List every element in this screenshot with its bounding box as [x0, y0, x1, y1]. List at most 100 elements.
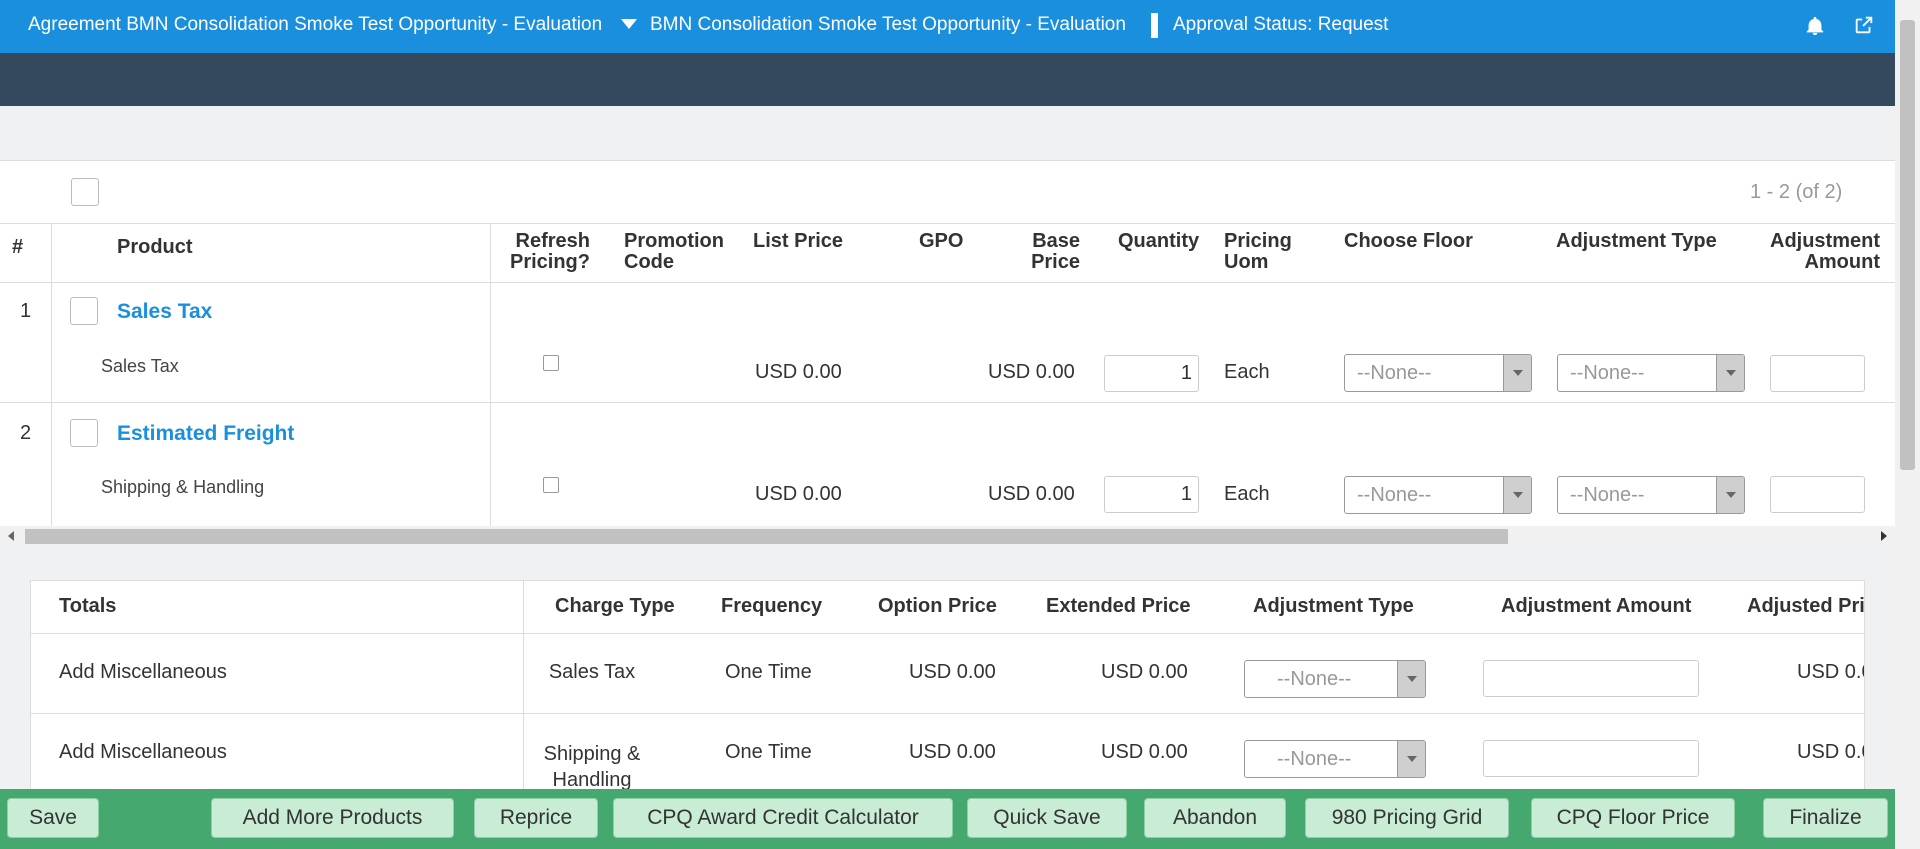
extended-price: USD 0.00	[1101, 661, 1188, 683]
adjustment-amount-input[interactable]	[1483, 660, 1699, 697]
nav-bar	[0, 53, 1895, 106]
col-header-adjustment-amount: Adjustment Amount	[1501, 595, 1692, 617]
adjustment-amount-input[interactable]	[1483, 740, 1699, 777]
divider	[490, 223, 491, 526]
row-number: 1	[20, 300, 32, 322]
frequency: One Time	[725, 741, 812, 763]
row-checkbox[interactable]	[70, 297, 98, 325]
col-header-adjustment-type: Adjustment Type	[1556, 230, 1717, 252]
col-header-extended-price: Extended Price	[1046, 595, 1191, 617]
base-price: USD 0.00	[988, 361, 1075, 383]
extended-price: USD 0.00	[1101, 741, 1188, 763]
horizontal-scrollbar[interactable]	[0, 526, 1895, 546]
totals-label: Add Miscellaneous	[59, 741, 227, 763]
adjusted-price: USD 0.0	[1797, 661, 1864, 683]
divider	[523, 581, 524, 789]
adjusted-price: USD 0.0	[1797, 741, 1864, 763]
cpq-award-credit-calculator-button[interactable]: CPQ Award Credit Calculator	[613, 798, 953, 838]
col-header-adjusted-price: Adjusted Pri	[1747, 595, 1865, 617]
opportunity-title[interactable]: BMN Consolidation Smoke Test Opportunity…	[650, 14, 1126, 36]
list-price: USD 0.00	[755, 483, 842, 505]
row-number: 2	[20, 422, 32, 444]
vertical-scrollbar[interactable]	[1895, 0, 1920, 849]
charge-type: Sales Tax	[548, 661, 636, 683]
col-header-quantity[interactable]: Quantity	[1118, 231, 1199, 252]
scroll-left-icon[interactable]	[8, 531, 14, 541]
product-name-link[interactable]: Sales Tax	[117, 300, 212, 324]
col-header-promotion-code: Promotion Code	[624, 230, 724, 273]
top-header: Agreement BMN Consolidation Smoke Test O…	[0, 0, 1920, 53]
col-header-totals: Totals	[59, 595, 117, 617]
refresh-pricing-checkbox[interactable]	[543, 355, 559, 371]
quantity-input[interactable]: 1	[1104, 476, 1199, 513]
header-separator	[1151, 13, 1158, 38]
chevron-down-icon[interactable]	[1503, 477, 1531, 513]
adjustment-type-select[interactable]: --None--	[1557, 354, 1745, 392]
980-pricing-grid-button[interactable]: 980 Pricing Grid	[1305, 798, 1509, 838]
divider	[51, 223, 52, 526]
col-header-refresh-pricing: Refresh Pricing?	[509, 230, 590, 273]
scroll-right-icon[interactable]	[1881, 531, 1887, 541]
select-all-checkbox[interactable]	[71, 178, 99, 206]
chevron-down-icon[interactable]	[1716, 477, 1744, 513]
cpq-floor-price-button[interactable]: CPQ Floor Price	[1531, 798, 1735, 838]
pagination-info: 1 - 2 (of 2)	[1750, 181, 1843, 203]
quick-save-button[interactable]: Quick Save	[967, 798, 1127, 838]
charge-type: Shipping & Handling	[543, 743, 641, 790]
col-header-product[interactable]: Product	[117, 237, 193, 258]
adjustment-type-value: --None--	[1570, 362, 1645, 384]
chevron-down-icon[interactable]	[1716, 355, 1744, 391]
finalize-button[interactable]: Finalize	[1763, 798, 1888, 838]
adjustment-type-select[interactable]: --None--	[1557, 476, 1745, 514]
col-header-option-price: Option Price	[878, 595, 997, 617]
footer-action-bar: Save Add More Products Reprice CPQ Award…	[0, 789, 1895, 849]
products-panel: 1 - 2 (of 2) # Product Refresh Pricing? …	[0, 160, 1895, 526]
chevron-down-icon[interactable]	[1397, 741, 1425, 777]
product-subtitle: Shipping & Handling	[101, 477, 265, 497]
bell-icon[interactable]	[1804, 15, 1826, 37]
col-header-base-price[interactable]: Base Price	[1015, 231, 1080, 273]
divider	[0, 402, 1895, 403]
scrollbar-thumb[interactable]	[1900, 20, 1915, 470]
divider	[0, 223, 1895, 224]
adjustment-type-select[interactable]: --None--	[1244, 660, 1426, 698]
external-link-icon[interactable]	[1853, 14, 1875, 36]
option-price: USD 0.00	[909, 661, 996, 683]
frequency: One Time	[725, 661, 812, 683]
choose-floor-select[interactable]: --None--	[1344, 354, 1532, 392]
quantity-input[interactable]: 1	[1104, 355, 1199, 392]
product-name-link[interactable]: Estimated Freight	[117, 422, 294, 446]
scrollbar-thumb[interactable]	[25, 529, 1508, 544]
row-checkbox[interactable]	[70, 419, 98, 447]
abandon-button[interactable]: Abandon	[1144, 798, 1286, 838]
chevron-down-icon[interactable]	[1503, 355, 1531, 391]
col-header-adjustment-type: Adjustment Type	[1253, 595, 1414, 617]
option-price: USD 0.00	[909, 741, 996, 763]
choose-floor-select[interactable]: --None--	[1344, 476, 1532, 514]
adjustment-amount-input[interactable]	[1770, 476, 1865, 513]
col-header-choose-floor: Choose Floor	[1344, 230, 1473, 252]
col-header-adjustment-amount: Adjustment Amount	[1770, 230, 1880, 273]
reprice-button[interactable]: Reprice	[474, 798, 598, 838]
col-header-gpo: GPO	[919, 230, 964, 252]
col-header-frequency: Frequency	[721, 595, 823, 617]
refresh-pricing-checkbox[interactable]	[543, 477, 559, 493]
add-more-products-button[interactable]: Add More Products	[211, 798, 454, 838]
pricing-uom: Each	[1224, 361, 1270, 383]
divider	[31, 713, 1864, 714]
totals-panel: Totals Charge Type Frequency Option Pric…	[30, 580, 1865, 790]
adjustment-amount-input[interactable]	[1770, 355, 1865, 392]
product-subtitle: Sales Tax	[101, 356, 179, 376]
col-header-charge-type: Charge Type	[555, 595, 675, 617]
divider	[0, 282, 1895, 283]
adjustment-type-select[interactable]: --None--	[1244, 740, 1426, 778]
save-button[interactable]: Save	[7, 798, 99, 838]
choose-floor-value: --None--	[1357, 362, 1432, 384]
chevron-down-icon[interactable]	[1397, 661, 1425, 697]
totals-label: Add Miscellaneous	[59, 661, 227, 683]
col-header-pricing-uom: Pricing Uom	[1224, 230, 1292, 273]
agreement-title[interactable]: Agreement BMN Consolidation Smoke Test O…	[28, 14, 602, 36]
base-price: USD 0.00	[988, 483, 1075, 505]
caret-down-icon[interactable]	[621, 19, 637, 29]
col-header-list-price[interactable]: List Price	[753, 231, 843, 252]
